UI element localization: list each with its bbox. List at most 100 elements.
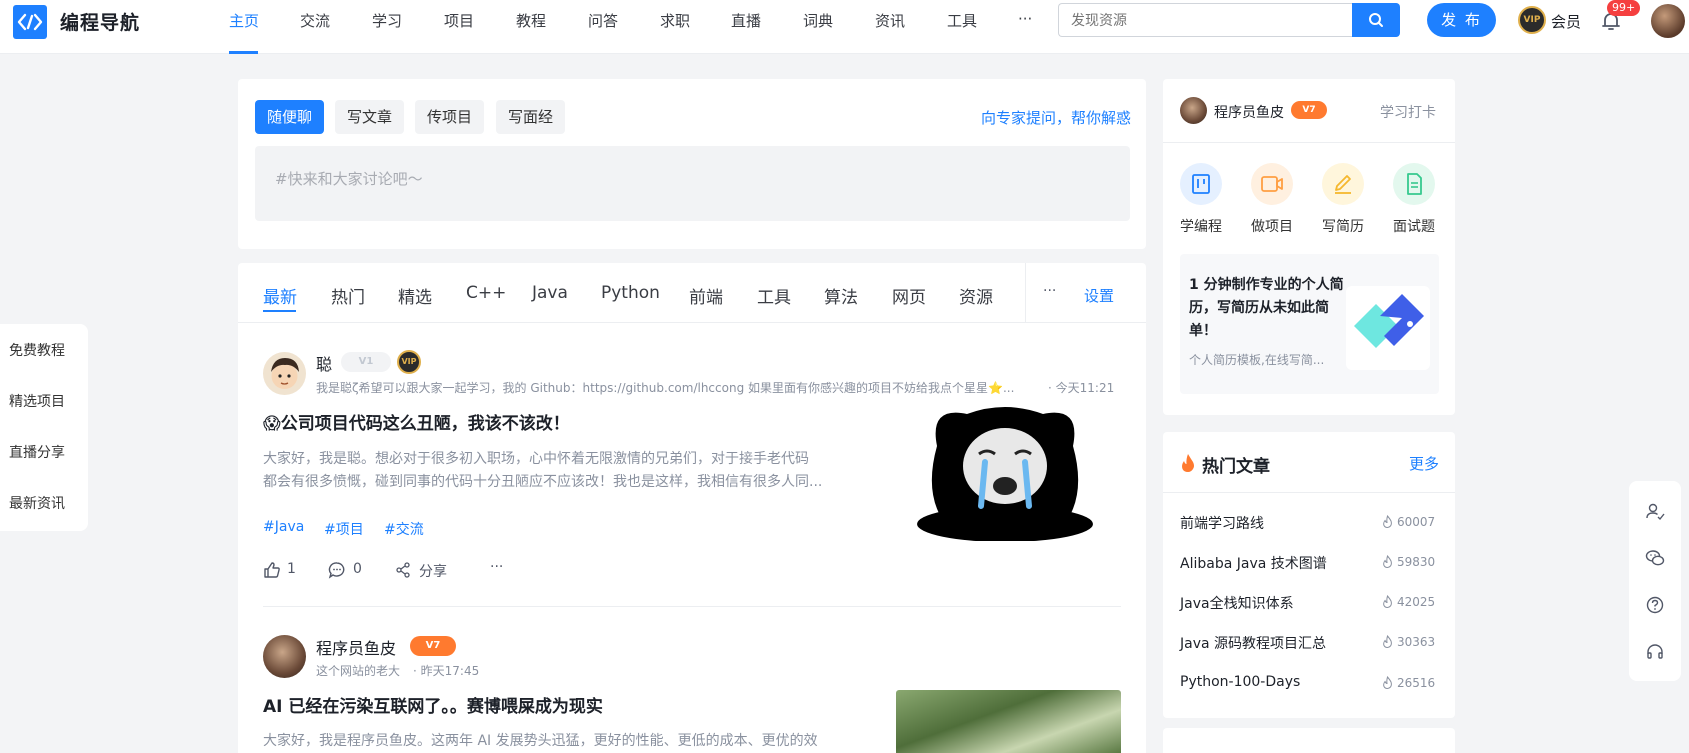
promo-title[interactable]: 1 分钟制作专业的个人简历，写简历从未如此简单！ bbox=[1189, 274, 1347, 343]
fire-icon bbox=[1180, 453, 1196, 473]
help-icon[interactable] bbox=[1645, 595, 1665, 615]
category-chat-button[interactable]: 随便聊 bbox=[255, 100, 325, 134]
post-author-name[interactable]: 程序员鱼皮 bbox=[316, 635, 396, 659]
nav-more[interactable]: ··· bbox=[1018, 10, 1032, 28]
nav-learn[interactable]: 学习 bbox=[372, 10, 402, 31]
share-icon[interactable] bbox=[395, 562, 411, 578]
promo-logo-icon bbox=[1346, 286, 1430, 370]
post-cover-image[interactable] bbox=[896, 690, 1121, 753]
share-button[interactable]: 分享 bbox=[419, 561, 447, 581]
post-excerpt-line-1[interactable]: 大家好，我是程序员鱼皮。这两年 AI 发展势头迅猛，更好的性能、更低的成本、更优… bbox=[263, 730, 818, 753]
tab-python[interactable]: Python bbox=[601, 283, 660, 303]
comment-icon[interactable] bbox=[328, 561, 346, 579]
hot-article-views: 30363 bbox=[1397, 635, 1436, 649]
tab-algorithm[interactable]: 算法 bbox=[824, 283, 858, 308]
post-tag[interactable]: #项目 bbox=[324, 519, 364, 539]
nav-tutorial[interactable]: 教程 bbox=[516, 10, 546, 31]
tab-web[interactable]: 网页 bbox=[892, 283, 926, 308]
hot-article-fire-icon bbox=[1382, 634, 1393, 651]
quick-link-project[interactable] bbox=[1251, 163, 1293, 205]
hot-article-item[interactable]: 前端学习路线 bbox=[1180, 513, 1264, 533]
post-cover-image[interactable] bbox=[909, 406, 1102, 542]
user-card-name[interactable]: 程序员鱼皮 bbox=[1214, 102, 1284, 122]
nav-communicate[interactable]: 交流 bbox=[300, 10, 330, 31]
tab-frontend[interactable]: 前端 bbox=[689, 283, 723, 308]
tab-more-button[interactable]: ··· bbox=[1043, 283, 1056, 299]
logo-text[interactable]: 编程导航 bbox=[60, 8, 140, 35]
search-button[interactable] bbox=[1352, 3, 1400, 37]
tab-featured[interactable]: 精选 bbox=[398, 283, 432, 308]
post-excerpt-line-2[interactable]: 都会有很多愤慨，碰到同事的代码十分丑陋应不应该改！我也是这样，我相信有很多人同.… bbox=[263, 471, 822, 494]
user-card-avatar[interactable] bbox=[1180, 97, 1207, 124]
hot-article-item[interactable]: Java全栈知识体系 bbox=[1180, 593, 1294, 613]
nav-news[interactable]: 资讯 bbox=[875, 10, 905, 31]
tab-hot[interactable]: 热门 bbox=[331, 283, 365, 308]
wechat-icon[interactable] bbox=[1645, 548, 1665, 568]
post-time: · 昨天17:45 bbox=[413, 664, 480, 678]
search-input[interactable] bbox=[1058, 3, 1354, 37]
tab-resources[interactable]: 资源 bbox=[959, 283, 993, 308]
post-title[interactable]: AI 已经在污染互联网了。。赛博喂屎成为现实 bbox=[263, 692, 603, 717]
publish-button[interactable]: 发 布 bbox=[1427, 3, 1496, 37]
sidebar-item-free-tutorials[interactable]: 免费教程 bbox=[9, 340, 65, 360]
category-project-button[interactable]: 传项目 bbox=[415, 100, 485, 134]
tab-cpp[interactable]: C++ bbox=[466, 283, 506, 303]
post-author-avatar[interactable] bbox=[263, 352, 306, 395]
logo-icon[interactable] bbox=[13, 5, 47, 39]
hot-article-fire-icon bbox=[1382, 554, 1393, 571]
nav-live[interactable]: 直播 bbox=[731, 10, 761, 31]
quick-link-interview[interactable] bbox=[1393, 163, 1435, 205]
quick-link-project-label[interactable]: 做项目 bbox=[1251, 216, 1293, 236]
hot-articles-divider bbox=[1163, 492, 1455, 493]
quick-link-learn-label[interactable]: 学编程 bbox=[1180, 216, 1222, 236]
sidebar-item-selected-projects[interactable]: 精选项目 bbox=[9, 391, 65, 411]
hot-article-item[interactable]: Java 源码教程项目汇总 bbox=[1180, 633, 1326, 653]
category-article-button[interactable]: 写文章 bbox=[335, 100, 405, 134]
nav-jobs[interactable]: 求职 bbox=[660, 10, 690, 31]
nav-qa[interactable]: 问答 bbox=[588, 10, 618, 31]
headset-icon[interactable] bbox=[1645, 642, 1665, 662]
next-sidebar-card bbox=[1163, 728, 1455, 753]
quick-link-learn[interactable] bbox=[1180, 163, 1222, 205]
nav-active-indicator bbox=[229, 51, 258, 54]
user-level-badge: V7 bbox=[410, 636, 456, 656]
quick-link-resume[interactable] bbox=[1322, 163, 1364, 205]
nav-tools[interactable]: 工具 bbox=[947, 10, 977, 31]
post-more-button[interactable]: ··· bbox=[490, 559, 503, 575]
post-author-avatar[interactable] bbox=[263, 635, 306, 678]
checkin-link[interactable]: 学习打卡 bbox=[1380, 102, 1436, 122]
sidebar-item-latest-news[interactable]: 最新资讯 bbox=[9, 493, 65, 513]
vip-label[interactable]: 会员 bbox=[1551, 11, 1581, 32]
compose-input[interactable]: #快来和大家讨论吧～ bbox=[255, 146, 1130, 221]
like-icon[interactable] bbox=[263, 561, 281, 579]
post-tag[interactable]: #交流 bbox=[384, 519, 424, 539]
user-avatar[interactable] bbox=[1651, 4, 1685, 38]
vip-icon[interactable]: VIP bbox=[1518, 6, 1546, 34]
post-tag[interactable]: #Java bbox=[263, 519, 304, 535]
post-author-name[interactable]: 聪 bbox=[316, 351, 332, 375]
sidebar-item-live-share[interactable]: 直播分享 bbox=[9, 442, 65, 462]
video-icon bbox=[1261, 176, 1283, 192]
hot-article-item[interactable]: Alibaba Java 技术图谱 bbox=[1180, 553, 1327, 573]
quick-link-resume-label[interactable]: 写简历 bbox=[1322, 216, 1364, 236]
tab-settings-link[interactable]: 设置 bbox=[1084, 285, 1114, 306]
quick-link-interview-label[interactable]: 面试题 bbox=[1393, 216, 1435, 236]
hot-article-fire-icon bbox=[1382, 594, 1393, 611]
post-title[interactable]: 😱公司项目代码这么丑陋，我该不该改！ bbox=[263, 409, 570, 434]
contact-icon[interactable] bbox=[1645, 501, 1665, 521]
category-interview-button[interactable]: 写面经 bbox=[496, 100, 566, 134]
hot-articles-more-link[interactable]: 更多 bbox=[1409, 453, 1439, 474]
user-card-divider bbox=[1163, 142, 1455, 143]
nav-project[interactable]: 项目 bbox=[444, 10, 474, 31]
nav-dictionary[interactable]: 词典 bbox=[803, 10, 833, 31]
comment-count: 0 bbox=[353, 561, 362, 577]
post-divider bbox=[263, 606, 1121, 607]
tab-java[interactable]: Java bbox=[532, 283, 568, 303]
ask-expert-link[interactable]: 向专家提问，帮你解惑 bbox=[981, 107, 1131, 128]
hot-article-item[interactable]: Python-100-Days bbox=[1180, 674, 1300, 690]
post-excerpt-line-1[interactable]: 大家好，我是聪。想必对于很多初入职场，心中怀着无限激情的兄弟们，对于接手老代码 bbox=[263, 448, 809, 471]
nav-home[interactable]: 主页 bbox=[229, 10, 259, 31]
hot-article-fire-icon bbox=[1382, 514, 1393, 531]
tab-tools[interactable]: 工具 bbox=[757, 283, 791, 308]
tab-latest[interactable]: 最新 bbox=[263, 283, 297, 308]
